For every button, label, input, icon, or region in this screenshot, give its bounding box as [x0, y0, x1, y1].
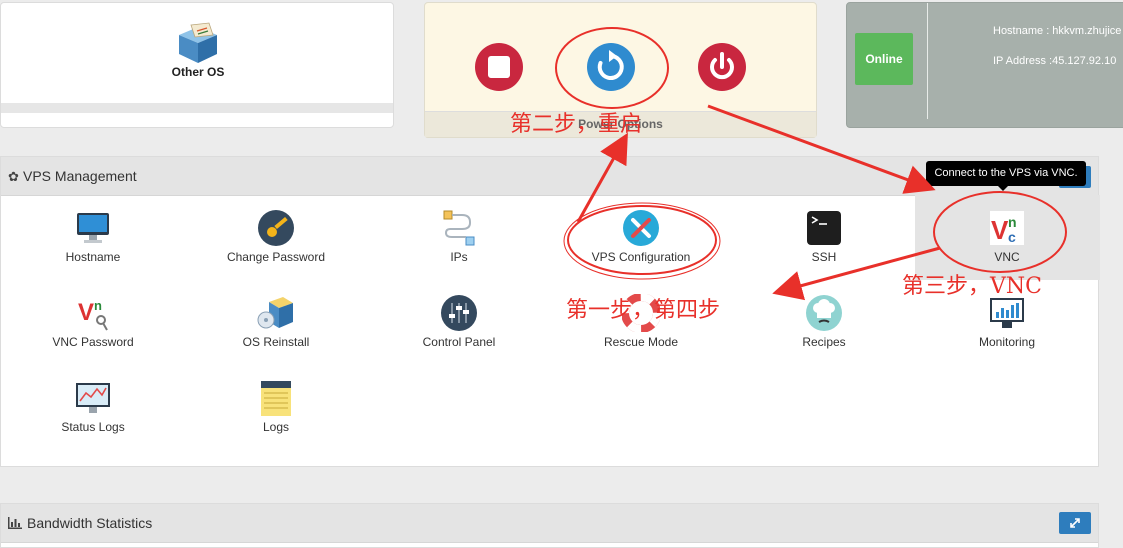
terminal-icon [807, 211, 841, 245]
status-chart-icon [76, 383, 110, 413]
tile-os-reinstall[interactable]: OS Reinstall [206, 294, 346, 349]
tile-vps-configuration[interactable]: VPS Configuration [571, 209, 711, 264]
tile-label: Status Logs [61, 420, 125, 434]
sliders-icon [441, 295, 477, 331]
svg-text:V: V [78, 299, 94, 326]
bandwidth-title: Bandwidth Statistics [27, 515, 153, 531]
tile-monitoring[interactable]: Monitoring [937, 294, 1077, 349]
os-card: Other OS [0, 2, 394, 128]
stop-icon [488, 56, 510, 78]
tile-label: VNC Password [52, 335, 134, 349]
monitor-icon [77, 213, 109, 243]
annotation-step2: 第二步，重启 [510, 112, 643, 137]
network-icon [443, 210, 475, 246]
tile-ips[interactable]: IPs [389, 209, 529, 264]
online-badge: Online [855, 33, 913, 85]
vps-management-title: VPS Management [23, 168, 137, 184]
bar-chart-icon [8, 517, 22, 529]
annotation-step3: 第三步，VNC [902, 274, 1042, 299]
os-label: Other OS [171, 65, 225, 79]
tile-ssh[interactable]: SSH [754, 209, 894, 264]
tile-label: Recipes [802, 335, 846, 349]
gear-icon: ✿ [8, 169, 19, 184]
tile-label: SSH [811, 250, 837, 264]
tile-label: Change Password [226, 250, 326, 264]
tools-icon [623, 210, 659, 246]
tile-recipes[interactable]: Recipes [754, 294, 894, 349]
tile-label: Logs [262, 420, 290, 434]
bandwidth-header: Bandwidth Statistics [1, 504, 1098, 543]
tile-label: Hostname [65, 250, 121, 264]
vnc-key-icon: V n [78, 298, 108, 331]
chef-icon [806, 295, 842, 331]
tile-change-password[interactable]: Change Password [206, 209, 346, 264]
tile-vnc-password[interactable]: V n VNC Password [23, 294, 163, 349]
expand-icon [1070, 518, 1080, 528]
tile-status-logs[interactable]: Status Logs [23, 379, 163, 434]
tile-vnc[interactable]: V n c VNC [937, 209, 1077, 264]
svg-text:V: V [991, 215, 1009, 245]
power-off-button[interactable] [698, 43, 746, 91]
tile-label: VPS Configuration [591, 250, 691, 264]
notepad-icon [261, 381, 291, 416]
bandwidth-expand-button[interactable] [1059, 512, 1091, 534]
tile-control-panel[interactable]: Control Panel [389, 294, 529, 349]
vps-management-panel: ✿ VPS Management Hostname Change Passwor… [0, 156, 1100, 467]
vnc-tooltip: Connect to the VPS via VNC. [926, 161, 1086, 191]
ip-address-value: IP Address :45.127.92.10 [993, 55, 1117, 67]
tile-label: Control Panel [422, 335, 496, 349]
annotation-step1-4: 第一步，第四步 [566, 298, 721, 323]
restart-button[interactable] [587, 43, 635, 91]
os-box-icon [179, 22, 217, 63]
tile-label: VNC [994, 250, 1020, 264]
tile-logs[interactable]: Logs [206, 379, 346, 434]
tile-label: Rescue Mode [603, 335, 679, 349]
tile-label: OS Reinstall [242, 335, 310, 349]
bandwidth-panel: Bandwidth Statistics [0, 503, 1099, 548]
svg-text:n: n [94, 298, 102, 313]
tile-label: Monitoring [978, 335, 1036, 349]
svg-text:c: c [1008, 229, 1016, 245]
hostname-value: Hostname : hkkvm.zhujice [993, 25, 1122, 37]
restart-icon [597, 50, 624, 80]
status-divider [927, 3, 928, 119]
stop-button[interactable] [475, 43, 523, 91]
svg-text:n: n [1008, 214, 1017, 230]
vnc-icon: V n c [990, 211, 1024, 245]
tile-hostname[interactable]: Hostname [23, 209, 163, 264]
reinstall-icon [257, 297, 293, 329]
power-off-icon [710, 52, 734, 80]
key-icon [258, 210, 294, 246]
os-card-footer [1, 103, 393, 113]
tile-label: IPs [450, 250, 468, 264]
status-card: Online Hostname : hkkvm.zhujice IP Addre… [846, 2, 1123, 128]
